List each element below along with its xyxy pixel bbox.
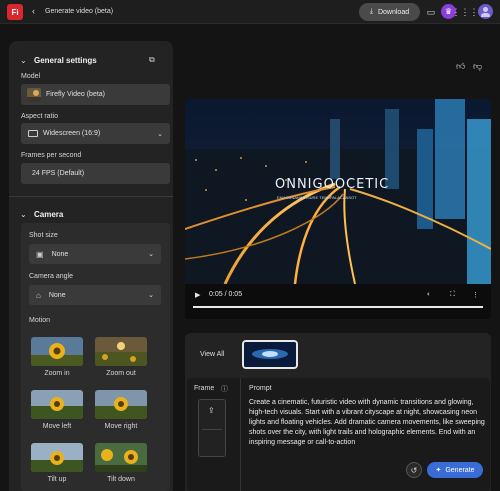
motion-label-zoom-in: Zoom in: [44, 370, 70, 377]
download-icon: ⤓: [369, 8, 373, 15]
view-all-link[interactable]: View All: [200, 351, 224, 358]
progress-track[interactable]: [193, 306, 483, 308]
more-options-icon[interactable]: ⋮: [472, 291, 479, 299]
widescreen-icon: [28, 130, 38, 137]
video-controls: ▶ 0:05 / 0:05 🔈︎ ⛶ ⋮: [185, 284, 491, 319]
motion-label-move-left: Move left: [42, 423, 72, 430]
camera-angle-icon: ⌂: [36, 290, 41, 300]
feedback-icon[interactable]: ▭: [425, 6, 437, 18]
motion-thumb-zoom-out[interactable]: [95, 337, 147, 366]
generated-thumbnail[interactable]: [242, 340, 298, 369]
shot-size-label: Shot size: [29, 232, 58, 239]
frame-divider: [202, 429, 222, 430]
model-select[interactable]: Firefly Video (beta): [21, 84, 170, 105]
motion-thumb-move-left[interactable]: [31, 390, 83, 419]
model-thumbnail-icon: [27, 87, 41, 102]
camera-header[interactable]: ⌄ Camera: [9, 205, 173, 223]
motion-label-zoom-out: Zoom out: [106, 370, 136, 377]
motion-thumb-tilt-up[interactable]: [31, 443, 83, 472]
fullscreen-icon[interactable]: ⛶: [450, 291, 455, 299]
fps-select[interactable]: 24 FPS (Default): [21, 163, 170, 184]
generate-label: Generate: [445, 466, 475, 474]
video-overlay-subtitle: ENHOUNANIMASURE TENUPALACANSOT: [277, 195, 357, 200]
page-title: Generate video (beta): [45, 8, 114, 15]
top-bar: Fi ‹ Generate video (beta) ⤓ Download ▭ …: [0, 0, 500, 24]
camera-settings: Shot size ▣ None ⌄ Camera angle ⌂ None ⌄…: [21, 223, 170, 491]
camera-icon: ▣: [36, 249, 44, 259]
chevron-down-icon: ⌄: [157, 130, 163, 138]
thumbs-up-icon[interactable]: 👍︎: [456, 61, 465, 72]
chevron-down-icon: ⌄: [148, 292, 154, 299]
motion-thumb-tilt-down[interactable]: [95, 443, 147, 472]
thumbs-down-icon[interactable]: 👎︎: [473, 61, 482, 72]
frame-label: Frame: [194, 385, 215, 392]
progress-fill: [193, 306, 483, 308]
app-logo[interactable]: Fi: [7, 4, 23, 20]
camera-angle-select[interactable]: ⌂ None ⌄: [29, 285, 161, 305]
motion-label-tilt-up: Tilt up: [47, 476, 67, 483]
shot-size-select[interactable]: ▣ None ⌄: [29, 244, 161, 264]
fps-value: 24 FPS (Default): [32, 170, 85, 177]
time-display: 0:05 / 0:05: [209, 291, 243, 298]
motion-label: Motion: [29, 317, 51, 324]
aspect-ratio-label: Aspect ratio: [21, 113, 58, 120]
aspect-ratio-select[interactable]: Widescreen (16:9) ⌄: [21, 123, 170, 144]
volume-icon[interactable]: 🔈︎: [427, 291, 431, 299]
section-divider: [9, 196, 173, 197]
play-icon[interactable]: ▶: [195, 291, 200, 299]
general-settings-title: General settings: [34, 55, 97, 65]
motion-thumb-move-right[interactable]: [95, 390, 147, 419]
video-overlay-title: ONNIGOOCETIC: [275, 177, 390, 192]
prompt-label: Prompt: [249, 385, 272, 392]
aspect-ratio-value: Widescreen (16:9): [43, 130, 101, 137]
motion-thumb-zoom-in[interactable]: [31, 337, 83, 366]
model-value: Firefly Video (beta): [46, 91, 106, 98]
camera-angle-value: None: [48, 291, 66, 299]
model-label: Model: [21, 73, 41, 80]
user-avatar[interactable]: [478, 4, 493, 19]
prompt-textarea[interactable]: Create a cinematic, futuristic video wit…: [249, 398, 485, 448]
apps-grid-icon[interactable]: ⋮⋮⋮: [452, 6, 479, 18]
prompt-divider: [240, 378, 241, 491]
general-settings-header[interactable]: ⌄ General settings ⧉: [9, 51, 173, 69]
generate-icon: ✦: [435, 467, 442, 474]
camera-title: Camera: [34, 209, 64, 219]
motion-label-tilt-down: Tilt down: [107, 476, 135, 483]
download-button[interactable]: ⤓ Download: [359, 3, 420, 21]
video-player[interactable]: ONNIGOOCETIC ENHOUNANIMASURE TENUPALACAN…: [185, 99, 491, 319]
panel-collapse-icon[interactable]: ⧉: [149, 55, 155, 65]
fps-label: Frames per second: [21, 152, 82, 159]
history-icon[interactable]: ↺: [406, 462, 422, 478]
camera-angle-label: Camera angle: [29, 273, 73, 280]
shot-size-value: None: [51, 250, 69, 258]
settings-panel: ⌄ General settings ⧉ Model Firefly Video…: [9, 41, 173, 491]
info-icon[interactable]: ⓘ: [221, 384, 228, 394]
chevron-down-icon: ⌄: [148, 251, 154, 258]
frame-upload-area[interactable]: ⇪: [198, 399, 226, 457]
chevron-down-icon: ⌄: [20, 209, 27, 219]
chevron-down-icon: ⌄: [20, 55, 27, 65]
download-label: Download: [377, 8, 410, 16]
generate-button[interactable]: ✦ Generate: [427, 462, 483, 478]
upload-icon: ⇪: [208, 406, 215, 415]
prompt-panel: View All Frame ⓘ ⇪ Prompt Create a cinem…: [185, 333, 491, 491]
back-arrow-icon[interactable]: ‹: [32, 6, 35, 16]
motion-label-move-right: Move right: [104, 423, 138, 430]
